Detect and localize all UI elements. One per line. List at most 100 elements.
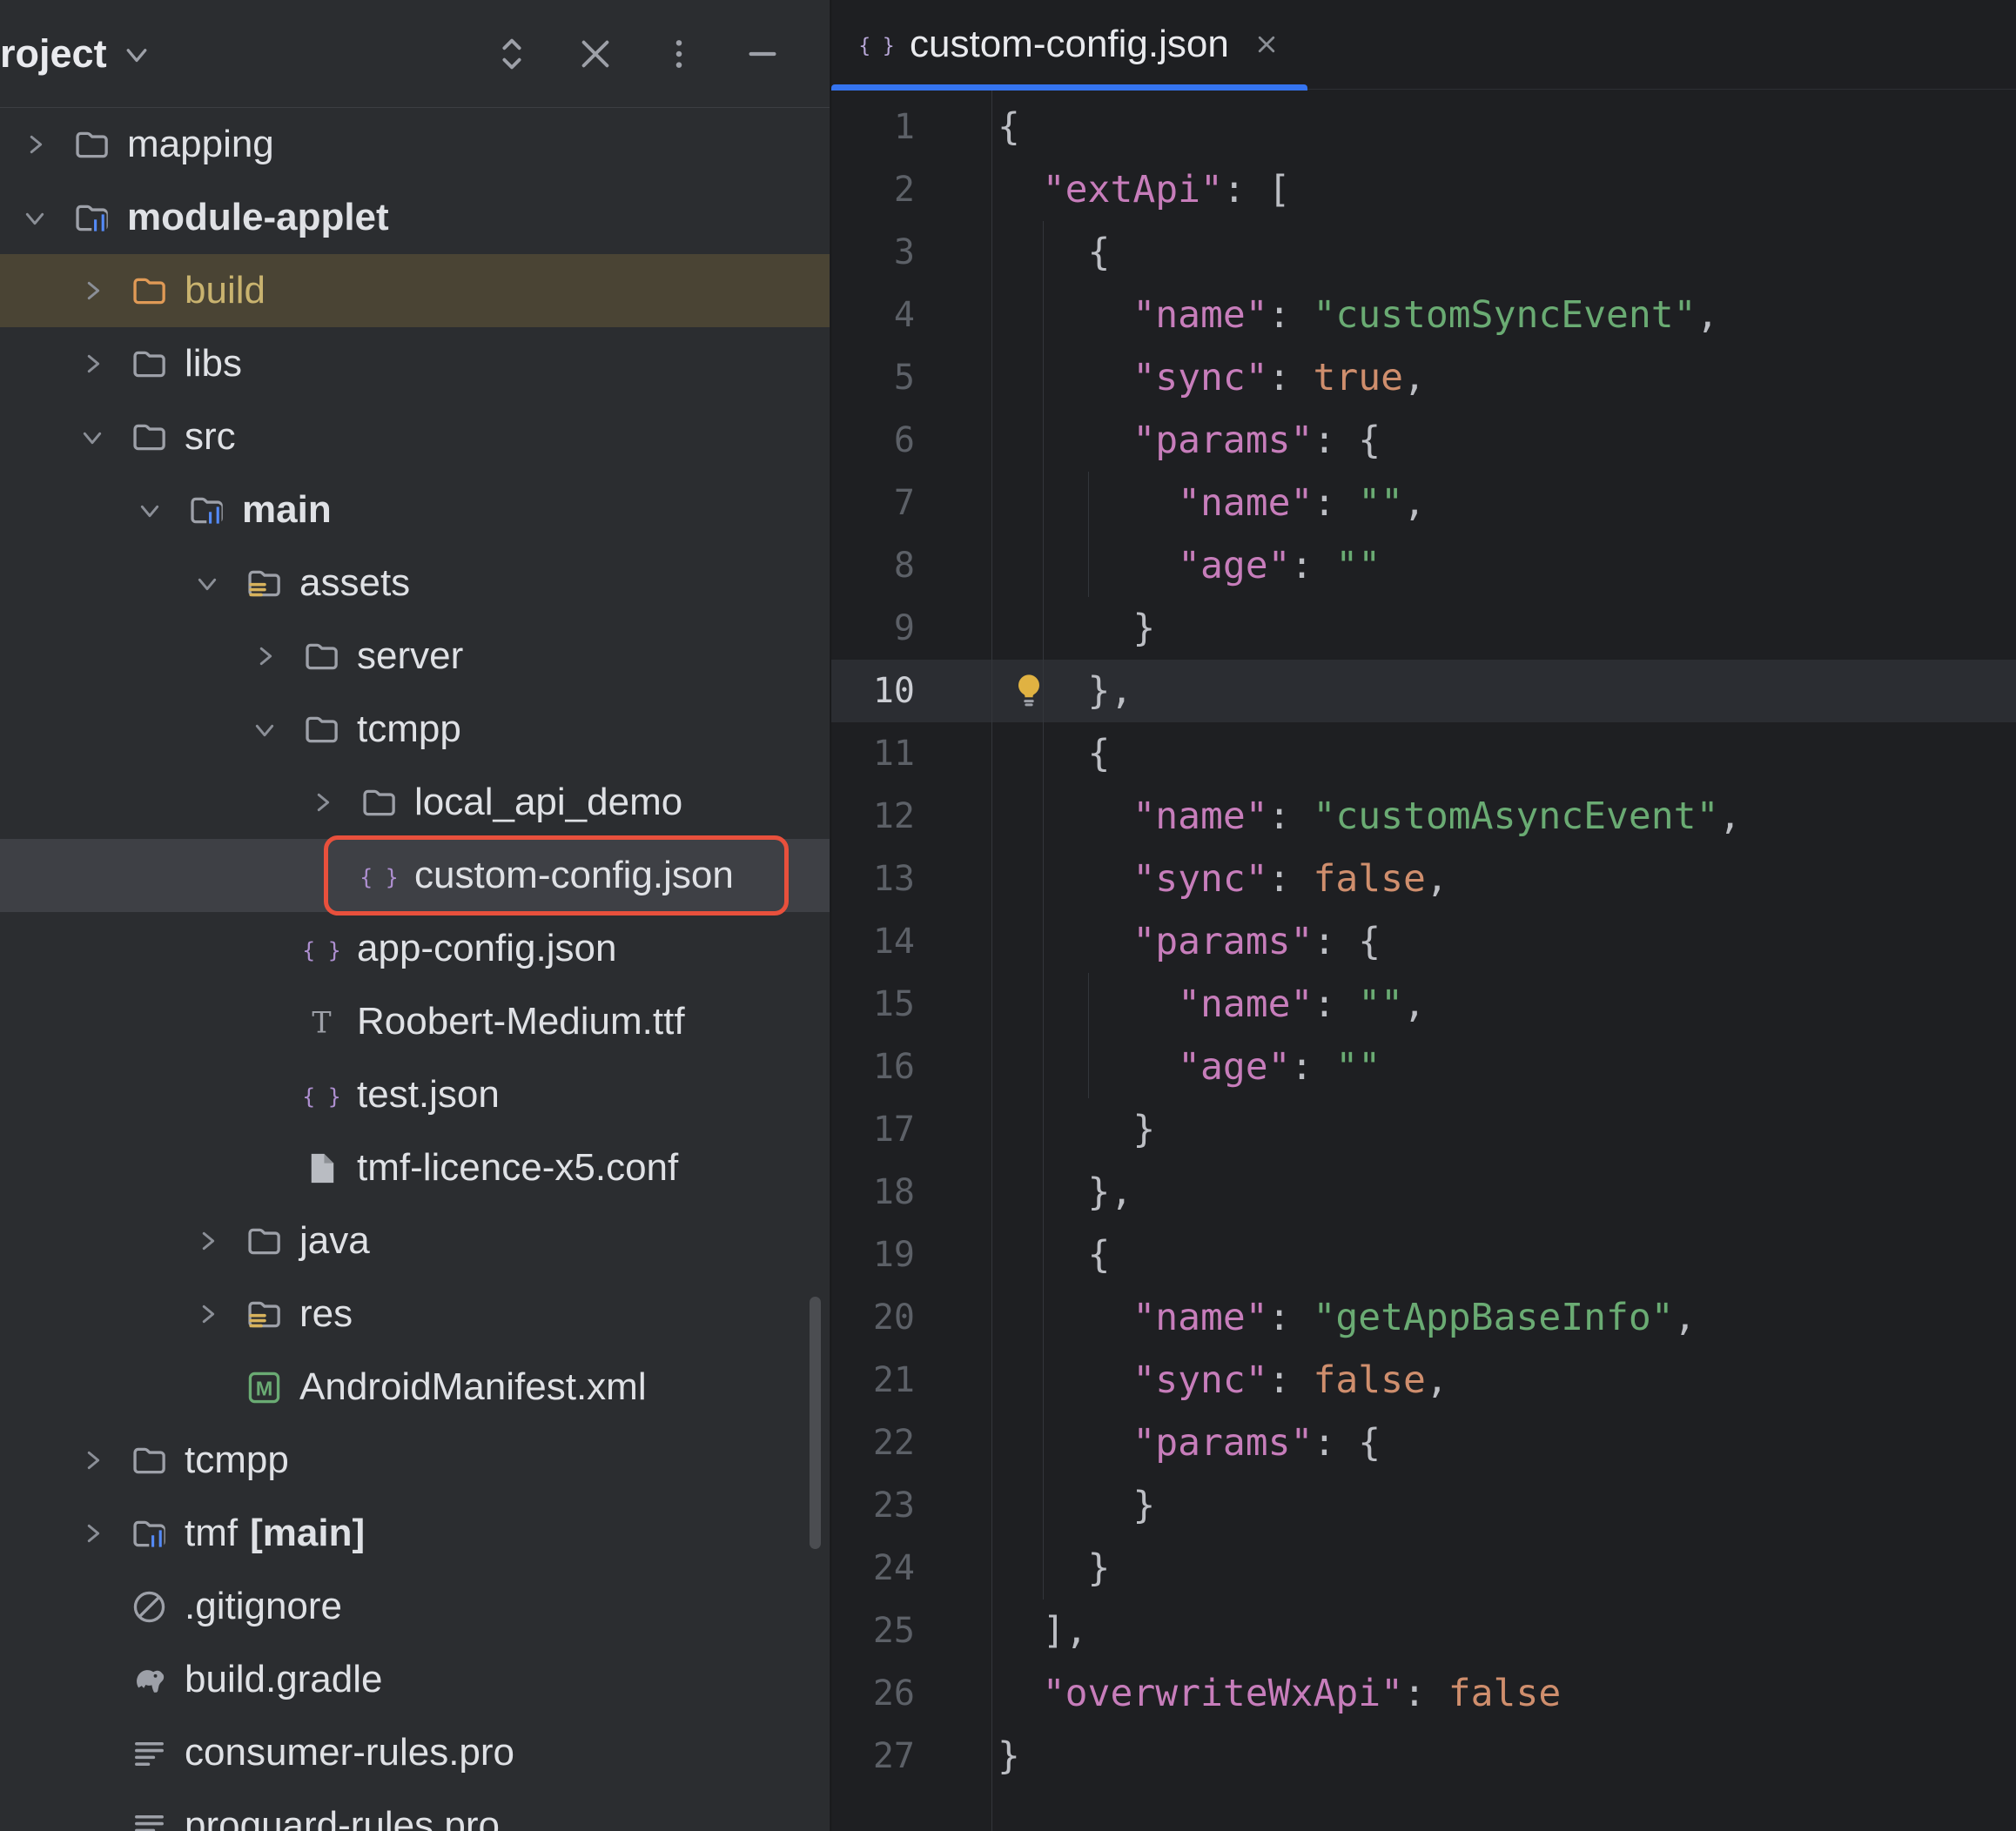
chevron-right-icon[interactable] xyxy=(78,1445,129,1475)
line-number: 8 xyxy=(831,534,991,597)
project-scrollbar[interactable] xyxy=(810,1297,821,1549)
code-line-5[interactable]: 5 "sync": true, xyxy=(831,346,2016,409)
tree-item-libs[interactable]: libs xyxy=(0,327,830,400)
code-line-14[interactable]: 14 "params": { xyxy=(831,910,2016,973)
folder-icon xyxy=(129,344,170,385)
code-line-3[interactable]: 3 { xyxy=(831,221,2016,284)
tree-item-custom-config-json[interactable]: { }custom-config.json xyxy=(0,839,830,912)
line-number: 16 xyxy=(831,1036,991,1098)
code-line-8[interactable]: 8 "age": "" xyxy=(831,534,2016,597)
android-manifest-file-icon: M xyxy=(244,1367,285,1408)
chevron-right-icon[interactable] xyxy=(78,349,129,379)
code-area[interactable]: 1{2 "extApi": [3 {4 "name": "customSyncE… xyxy=(831,91,2016,1831)
code-text: { xyxy=(991,221,1110,284)
code-line-25[interactable]: 25 ], xyxy=(831,1600,2016,1662)
module-folder-icon xyxy=(71,198,112,238)
chevron-down-icon[interactable] xyxy=(193,568,244,598)
more-options-button[interactable] xyxy=(659,34,699,74)
chevron-right-icon[interactable] xyxy=(21,130,71,159)
tree-item-main[interactable]: main xyxy=(0,473,830,547)
module-folder-icon xyxy=(129,1513,170,1554)
collapse-all-button[interactable] xyxy=(575,34,615,74)
tree-item-androidmanifest-xml[interactable]: MAndroidManifest.xml xyxy=(0,1351,830,1424)
line-number: 10 xyxy=(831,660,991,722)
chevron-right-icon[interactable] xyxy=(308,788,359,817)
chevron-down-icon[interactable] xyxy=(21,203,71,232)
close-tab-icon[interactable] xyxy=(1252,30,1281,59)
code-line-7[interactable]: 7 "name": "", xyxy=(831,472,2016,534)
svg-text:{ }: { } xyxy=(302,1083,340,1109)
code-line-22[interactable]: 22 "params": { xyxy=(831,1412,2016,1474)
tree-item-server[interactable]: server xyxy=(0,620,830,693)
project-panel-title[interactable]: Project xyxy=(0,31,107,77)
svg-text:M: M xyxy=(256,1377,273,1399)
code-text: "name": "customSyncEvent", xyxy=(991,284,1718,346)
tree-item-mapping[interactable]: mapping xyxy=(0,108,830,181)
chevron-right-icon[interactable] xyxy=(78,276,129,305)
tree-item-proguard-rules-pro[interactable]: proguard-rules.pro xyxy=(0,1789,830,1831)
code-line-24[interactable]: 24 } xyxy=(831,1537,2016,1600)
folder-icon xyxy=(244,1221,285,1262)
tree-item-tcmpp[interactable]: tcmpp xyxy=(0,693,830,766)
tree-item-consumer-rules-pro[interactable]: consumer-rules.pro xyxy=(0,1716,830,1789)
chevron-right-icon[interactable] xyxy=(251,641,301,671)
code-line-12[interactable]: 12 "name": "customAsyncEvent", xyxy=(831,785,2016,848)
chevron-right-icon[interactable] xyxy=(193,1299,244,1329)
tree-item-tcmpp[interactable]: tcmpp xyxy=(0,1424,830,1497)
code-line-27[interactable]: 27} xyxy=(831,1725,2016,1787)
tree-item-tmf-licence-x5-conf[interactable]: tmf-licence-x5.conf xyxy=(0,1131,830,1204)
line-number: 11 xyxy=(831,722,991,785)
code-text: { xyxy=(991,722,1110,785)
chevron-down-icon[interactable] xyxy=(78,422,129,452)
intention-bulb-icon[interactable] xyxy=(1009,670,1049,710)
tree-item-app-config-json[interactable]: { }app-config.json xyxy=(0,912,830,985)
tree-item-module-applet[interactable]: module-applet xyxy=(0,181,830,254)
tree-item-roobert-medium-ttf[interactable]: TRoobert-Medium.ttf xyxy=(0,985,830,1058)
tree-item-java[interactable]: java xyxy=(0,1204,830,1278)
code-line-21[interactable]: 21 "sync": false, xyxy=(831,1349,2016,1412)
code-line-4[interactable]: 4 "name": "customSyncEvent", xyxy=(831,284,2016,346)
tree-item-label: tcmpp xyxy=(185,1439,289,1482)
tree-item-assets[interactable]: assets xyxy=(0,547,830,620)
code-line-26[interactable]: 26 "overwriteWxApi": false xyxy=(831,1662,2016,1725)
chevron-right-icon[interactable] xyxy=(193,1226,244,1256)
project-panel: Project mappingmodule-appletbuildlibssrc… xyxy=(0,0,830,1831)
chevron-down-icon[interactable] xyxy=(251,714,301,744)
code-line-20[interactable]: 20 "name": "getAppBaseInfo", xyxy=(831,1286,2016,1349)
tree-item-gitignore[interactable]: .gitignore xyxy=(0,1570,830,1643)
code-line-19[interactable]: 19 { xyxy=(831,1224,2016,1286)
project-view-chevron-down-icon[interactable] xyxy=(121,38,152,70)
code-line-9[interactable]: 9 } xyxy=(831,597,2016,660)
chevron-spacer xyxy=(251,934,301,963)
code-line-2[interactable]: 2 "extApi": [ xyxy=(831,158,2016,221)
tree-item-res[interactable]: res xyxy=(0,1278,830,1351)
code-line-17[interactable]: 17 } xyxy=(831,1098,2016,1161)
tree-item-test-json[interactable]: { }test.json xyxy=(0,1058,830,1131)
hide-panel-button[interactable] xyxy=(743,34,783,74)
code-line-15[interactable]: 15 "name": "", xyxy=(831,973,2016,1036)
svg-text:{ }: { } xyxy=(858,35,894,57)
code-line-6[interactable]: 6 "params": { xyxy=(831,409,2016,472)
tree-item-build-gradle[interactable]: build.gradle xyxy=(0,1643,830,1716)
gradle-file-icon xyxy=(129,1660,170,1700)
code-text: "overwriteWxApi": false xyxy=(991,1662,1561,1725)
line-number: 4 xyxy=(831,284,991,346)
code-line-11[interactable]: 11 { xyxy=(831,722,2016,785)
chevron-down-icon[interactable] xyxy=(136,495,186,525)
code-line-18[interactable]: 18 }, xyxy=(831,1161,2016,1224)
code-line-1[interactable]: 1{ xyxy=(831,96,2016,158)
tree-item-local-api-demo[interactable]: local_api_demo xyxy=(0,766,830,839)
code-text: { xyxy=(991,1224,1110,1286)
code-line-16[interactable]: 16 "age": "" xyxy=(831,1036,2016,1098)
tree-item-src[interactable]: src xyxy=(0,400,830,473)
tree-item-build[interactable]: build xyxy=(0,254,830,327)
line-number: 17 xyxy=(831,1098,991,1161)
folder-icon xyxy=(301,636,342,677)
tree-item-tmf[interactable]: tmf[main] xyxy=(0,1497,830,1570)
chevron-right-icon[interactable] xyxy=(78,1519,129,1548)
code-line-23[interactable]: 23 } xyxy=(831,1474,2016,1537)
code-line-13[interactable]: 13 "sync": false, xyxy=(831,848,2016,910)
editor-tab-custom-config-json[interactable]: { } custom-config.json xyxy=(831,0,1307,90)
expand-all-button[interactable] xyxy=(492,34,532,74)
code-lines: 1{2 "extApi": [3 {4 "name": "customSyncE… xyxy=(831,91,2016,1787)
